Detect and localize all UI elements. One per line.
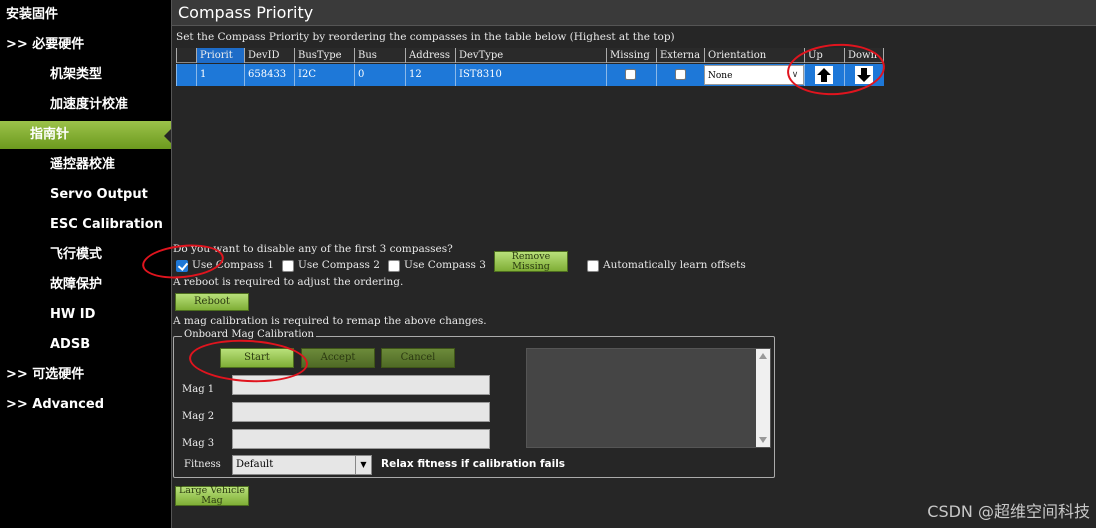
col-header-bus[interactable]: Bus: [354, 48, 405, 63]
sidebar-item-hw-id[interactable]: HW ID: [0, 301, 171, 329]
accept-button[interactable]: Accept: [301, 348, 375, 368]
sidebar-item-optional-hardware[interactable]: >> 可选硬件: [0, 361, 171, 389]
col-header-missing[interactable]: Missing: [606, 48, 656, 63]
cell-devtype: IST8310: [455, 64, 606, 86]
large-vehicle-mag-button[interactable]: Large Vehicle Mag: [175, 486, 249, 506]
cell-external: [656, 64, 704, 86]
col-header-devtype[interactable]: DevType: [455, 48, 606, 63]
reboot-button[interactable]: Reboot: [175, 293, 249, 311]
calibration-log[interactable]: [526, 348, 771, 448]
row-header-cell[interactable]: [176, 64, 196, 86]
mag-2-label: Mag 2: [182, 411, 215, 422]
sidebar-item-advanced[interactable]: >> Advanced: [0, 391, 171, 419]
mag-3-progress: [232, 429, 490, 449]
cell-missing: [606, 64, 656, 86]
sidebar-item-mandatory-hardware[interactable]: >> 必要硬件: [0, 31, 171, 59]
external-checkbox[interactable]: [675, 69, 686, 80]
orientation-value: None: [708, 71, 733, 81]
col-header-orientation[interactable]: Orientation: [704, 48, 804, 63]
watermark: CSDN @超维空间科技: [927, 502, 1090, 521]
reboot-note: A reboot is required to adjust the order…: [173, 276, 404, 288]
cell-address: 12: [405, 64, 455, 86]
use-compass-3-label[interactable]: Use Compass 3: [404, 259, 486, 271]
cell-devid: 658433: [244, 64, 294, 86]
sidebar-item-adsb[interactable]: ADSB: [0, 331, 171, 359]
use-compass-2-label[interactable]: Use Compass 2: [298, 259, 380, 271]
auto-learn-offsets-checkbox[interactable]: [587, 260, 599, 272]
cell-bus: 0: [354, 64, 405, 86]
relax-fitness-note: Relax fitness if calibration fails: [381, 458, 566, 470]
col-header-priority[interactable]: Priorit: [196, 48, 244, 63]
cell-priority: 1: [196, 64, 244, 86]
sidebar-item-compass[interactable]: 指南针: [0, 121, 171, 149]
sidebar-item-accel-calibration[interactable]: 加速度计校准: [0, 91, 171, 119]
table-header-row: Priorit DevID BusType Bus Address DevTyp…: [176, 48, 884, 63]
sidebar-item-compass-label: 指南针: [30, 127, 70, 142]
main-panel: Compass Priority Set the Compass Priorit…: [172, 0, 1096, 528]
cancel-button[interactable]: Cancel: [381, 348, 455, 368]
remove-missing-button[interactable]: Remove Missing: [494, 251, 568, 272]
table-row[interactable]: 1 658433 I2C 0 12 IST8310 None ∨: [176, 64, 884, 86]
title-bar: Compass Priority: [172, 0, 1096, 26]
sidebar-item-install-firmware[interactable]: 安装固件: [0, 1, 171, 29]
use-compass-3-checkbox[interactable]: [388, 260, 400, 272]
compass-table: Priorit DevID BusType Bus Address DevTyp…: [176, 48, 884, 88]
log-scrollbar[interactable]: [756, 349, 770, 447]
use-compass-2-checkbox[interactable]: [282, 260, 294, 272]
group-legend: Onboard Mag Calibration: [182, 329, 316, 340]
fitness-select[interactable]: Default ▼: [232, 455, 372, 475]
sidebar-item-radio-calibration[interactable]: 遥控器校准: [0, 151, 171, 179]
mag-3-label: Mag 3: [182, 438, 215, 449]
sidebar-item-frame-type[interactable]: 机架类型: [0, 61, 171, 89]
page-description: Set the Compass Priority by reordering t…: [176, 31, 675, 43]
fitness-label: Fitness: [184, 459, 221, 470]
scroll-up-icon[interactable]: [759, 353, 767, 359]
col-header-devid[interactable]: DevID: [244, 48, 294, 63]
cell-bustype: I2C: [294, 64, 354, 86]
col-header-bustype[interactable]: BusType: [294, 48, 354, 63]
sidebar-item-esc-calibration[interactable]: ESC Calibration: [0, 211, 171, 239]
col-header-external[interactable]: Externa: [656, 48, 704, 63]
page-title: Compass Priority: [178, 3, 314, 22]
sidebar-item-failsafe[interactable]: 故障保护: [0, 271, 171, 299]
mag-calibration-note: A mag calibration is required to remap t…: [173, 315, 487, 327]
mag-2-progress: [232, 402, 490, 422]
missing-checkbox[interactable]: [625, 69, 636, 80]
dropdown-arrow-icon[interactable]: ▼: [355, 456, 371, 474]
auto-learn-offsets-label[interactable]: Automatically learn offsets: [603, 259, 746, 271]
scroll-down-icon[interactable]: [759, 437, 767, 443]
col-header-address[interactable]: Address: [405, 48, 455, 63]
active-indicator-arrow-icon: [164, 129, 171, 143]
row-header-corner: [176, 48, 196, 63]
fitness-value: Default: [236, 459, 274, 470]
sidebar-item-servo-output[interactable]: Servo Output: [0, 181, 171, 209]
mag-1-label: Mag 1: [182, 384, 215, 395]
